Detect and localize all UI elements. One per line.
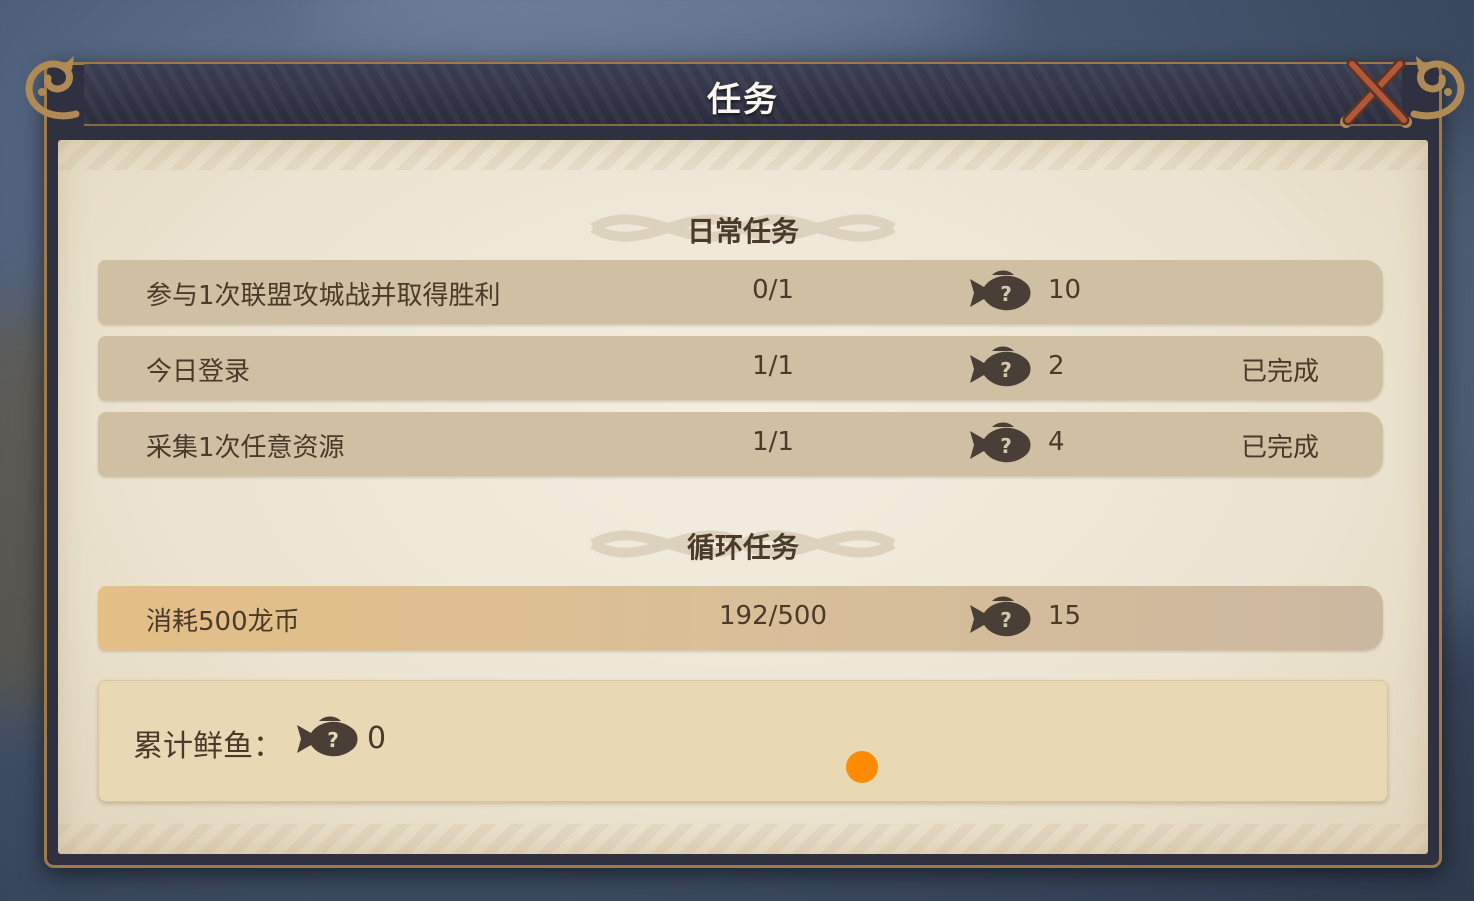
- svg-text:?: ?: [1000, 608, 1012, 632]
- task-row[interactable]: 消耗500龙币 192/500 ? 15: [98, 586, 1383, 650]
- svg-text:?: ?: [327, 728, 339, 752]
- task-name: 今日登录: [146, 357, 251, 387]
- daily-section-header: 日常任务: [58, 202, 1428, 252]
- task-row[interactable]: 今日登录 1/1 ? 2 已完成: [98, 336, 1383, 400]
- total-fish-label: 累计鲜鱼：: [133, 729, 283, 764]
- title-bar: 任务: [84, 64, 1402, 126]
- task-dialog: 任务 日常任务 参与1次联盟攻城战并取得胜利 0/1 ? 10 今日登录 1/1…: [25, 56, 1465, 868]
- task-progress: 1/1: [752, 351, 794, 381]
- reward-value: 4: [1048, 427, 1065, 457]
- task-name: 采集1次任意资源: [146, 433, 345, 463]
- cycle-section-header: 循环任务: [58, 518, 1428, 568]
- total-fish-value: 0: [367, 721, 387, 756]
- mystery-fish-icon: ?: [970, 346, 1031, 387]
- mystery-fish-icon: ?: [970, 270, 1031, 311]
- background-blur: [300, 0, 1000, 50]
- reward-value: 15: [1048, 601, 1082, 631]
- mystery-fish-icon: ?: [297, 716, 358, 757]
- task-panel: 日常任务 参与1次联盟攻城战并取得胜利 0/1 ? 10 今日登录 1/1 ? …: [58, 140, 1428, 854]
- mystery-fish-icon: ?: [970, 422, 1031, 463]
- svg-text:?: ?: [1000, 434, 1012, 458]
- paper-border-pattern: [58, 140, 1428, 170]
- reward-value: 2: [1048, 351, 1065, 381]
- close-x-icon[interactable]: [1338, 56, 1414, 132]
- paper-border-pattern: [58, 824, 1428, 854]
- task-progress: 0/1: [752, 275, 794, 305]
- task-status: 已完成: [1240, 433, 1319, 463]
- task-progress: 192/500: [718, 601, 827, 631]
- mystery-fish-icon: ?: [970, 596, 1031, 637]
- svg-text:?: ?: [1000, 358, 1012, 382]
- cycle-section-title: 循环任务: [686, 531, 799, 564]
- reward-value: 10: [1048, 275, 1082, 305]
- dialog-title: 任务: [707, 80, 779, 120]
- task-row[interactable]: 参与1次联盟攻城战并取得胜利 0/1 ? 10: [98, 260, 1383, 324]
- task-status: 已完成: [1240, 357, 1319, 387]
- task-row[interactable]: 采集1次任意资源 1/1 ? 4 已完成: [98, 412, 1383, 476]
- dragon-ornament-icon: [25, 56, 80, 120]
- task-name: 消耗500龙币: [146, 607, 300, 637]
- daily-section-title: 日常任务: [686, 215, 799, 248]
- svg-text:?: ?: [1000, 282, 1012, 306]
- total-fish-panel: 累计鲜鱼： ? 0: [98, 680, 1388, 802]
- task-progress: 1/1: [752, 427, 794, 457]
- touch-indicator: [846, 751, 878, 783]
- task-name: 参与1次联盟攻城战并取得胜利: [146, 281, 501, 311]
